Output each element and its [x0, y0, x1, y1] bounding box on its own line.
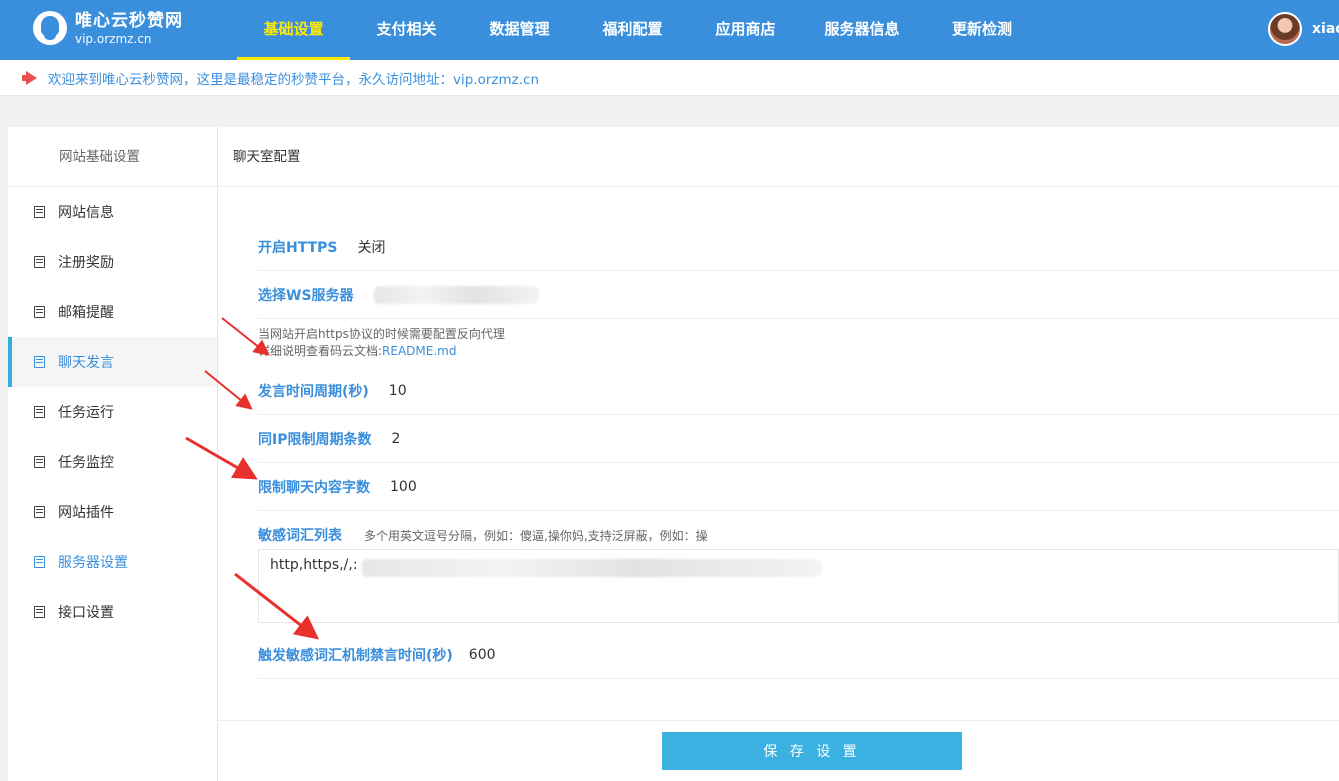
readme-link[interactable]: README.md [382, 344, 456, 358]
username[interactable]: xiao [1312, 21, 1339, 37]
sidebar-item-site-info[interactable]: 网站信息 [8, 187, 217, 237]
notice-text: 欢迎来到唯心云秒赞网，这里是最稳定的秒赞平台，永久访问地址：vip.orzmz.… [48, 71, 540, 88]
sidebar-item-label: 网站插件 [58, 505, 114, 521]
https-select[interactable]: 关闭 [357, 237, 385, 257]
sidebar-item-label: 接口设置 [58, 605, 114, 621]
logo[interactable]: 唯心云秒赞网 vip.orzmz.cn [33, 10, 183, 46]
https-row: 开启HTTPS 关闭 [258, 223, 1339, 271]
sidebar-item-label: 服务器设置 [58, 555, 128, 571]
char-limit-label: 限制聊天内容字数 [258, 479, 370, 496]
sensitive-words-label: 敏感词汇列表 [258, 528, 342, 544]
char-limit-row: 限制聊天内容字数 100 [258, 463, 1339, 511]
document-icon [34, 456, 45, 468]
sidebar-item-label: 注册奖励 [58, 255, 114, 271]
megaphone-icon [22, 71, 40, 85]
sidebar-title: 网站基础设置 [8, 127, 217, 187]
sidebar-item-email-reminder[interactable]: 邮箱提醒 [8, 287, 217, 337]
sensitive-words-hint: 多个用英文逗号分隔，例如：傻逼,操你妈,支持泛屏蔽，例如：操 [364, 529, 708, 543]
document-icon [34, 606, 45, 618]
sidebar-item-api-settings[interactable]: 接口设置 [8, 587, 217, 637]
divider [218, 720, 1339, 721]
ban-time-label: 触发敏感词汇机制禁言时间(秒) [258, 647, 453, 664]
nav-app-store[interactable]: 应用商店 [689, 0, 802, 60]
main-panel: 网站基础设置 网站信息 注册奖励 邮箱提醒 聊天发言 任务运行 任务监控 网站插… [8, 127, 1339, 781]
period-input[interactable]: 10 [389, 383, 407, 399]
page-title: 聊天室配置 [218, 127, 1339, 187]
nav-update-check[interactable]: 更新检测 [922, 0, 1042, 60]
top-nav-bar: 唯心云秒赞网 vip.orzmz.cn 基础设置 支付相关 数据管理 福利配置 … [0, 0, 1339, 60]
char-limit-input[interactable]: 100 [390, 479, 417, 495]
ws-server-select[interactable] [373, 285, 539, 304]
nav-welfare[interactable]: 福利配置 [576, 0, 689, 60]
sidebar: 网站基础设置 网站信息 注册奖励 邮箱提醒 聊天发言 任务运行 任务监控 网站插… [8, 127, 218, 781]
ip-limit-input[interactable]: 2 [391, 431, 400, 447]
ip-limit-row: 同IP限制周期条数 2 [258, 415, 1339, 463]
ip-limit-label: 同IP限制周期条数 [258, 431, 372, 448]
document-icon [34, 556, 45, 568]
document-icon [34, 256, 45, 268]
sidebar-item-task-monitor[interactable]: 任务监控 [8, 437, 217, 487]
sidebar-item-label: 任务运行 [58, 405, 114, 421]
ws-server-row: 选择WS服务器 [258, 271, 1339, 319]
https-hint: 当网站开启https协议的时候需要配置反向代理 详细说明查看码云文档:READM… [258, 327, 505, 358]
notice-bar: 欢迎来到唯心云秒赞网，这里是最稳定的秒赞平台，永久访问地址：vip.orzmz.… [0, 60, 1339, 96]
brand-name: 唯心云秒赞网 [75, 11, 183, 31]
document-icon [34, 406, 45, 418]
nav-data-management[interactable]: 数据管理 [463, 0, 576, 60]
ban-time-row: 触发敏感词汇机制禁言时间(秒) 600 [258, 631, 1339, 679]
sensitive-words-textarea[interactable]: http,https,/,: [258, 549, 1339, 623]
nav-basic-settings[interactable]: 基础设置 [237, 0, 350, 60]
user-menu[interactable]: xiao [1268, 12, 1339, 46]
sidebar-item-chat[interactable]: 聊天发言 [8, 337, 217, 387]
period-label: 发言时间周期(秒) [258, 383, 369, 400]
period-row: 发言时间周期(秒) 10 [258, 367, 1339, 415]
main-nav: 基础设置 支付相关 数据管理 福利配置 应用商店 服务器信息 更新检测 [237, 0, 1042, 60]
ban-time-input[interactable]: 600 [469, 647, 496, 663]
document-icon [34, 206, 45, 218]
avatar[interactable] [1268, 12, 1302, 46]
sidebar-item-label: 任务监控 [58, 455, 114, 471]
sidebar-item-task-run[interactable]: 任务运行 [8, 387, 217, 437]
document-icon [34, 356, 45, 368]
content-area: 聊天室配置 开启HTTPS 关闭 选择WS服务器 当网站开启https协议的时候… [218, 127, 1339, 781]
nav-server-info[interactable]: 服务器信息 [802, 0, 922, 60]
save-button[interactable]: 保 存 设 置 [662, 732, 962, 770]
ws-server-label: 选择WS服务器 [258, 287, 354, 304]
brand-domain: vip.orzmz.cn [75, 32, 152, 46]
sidebar-item-label: 网站信息 [58, 205, 114, 221]
document-icon [34, 306, 45, 318]
nav-payment[interactable]: 支付相关 [350, 0, 463, 60]
sidebar-item-server-settings[interactable]: 服务器设置 [8, 537, 217, 587]
sensitive-words-header: 敏感词汇列表 多个用英文逗号分隔，例如：傻逼,操你妈,支持泛屏蔽，例如：操 [258, 525, 708, 545]
logo-icon [33, 11, 67, 45]
document-icon [34, 506, 45, 518]
sidebar-item-register-reward[interactable]: 注册奖励 [8, 237, 217, 287]
sidebar-item-label: 聊天发言 [58, 355, 114, 371]
https-label: 开启HTTPS [258, 239, 338, 256]
sidebar-item-label: 邮箱提醒 [58, 305, 114, 321]
sidebar-item-site-plugins[interactable]: 网站插件 [8, 487, 217, 537]
blurred-text [361, 559, 822, 577]
